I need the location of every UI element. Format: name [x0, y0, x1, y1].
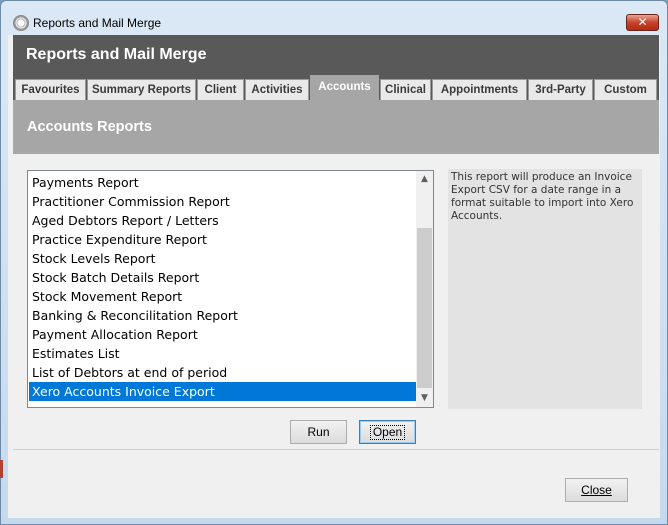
dialog-heading: Reports and Mail Merge: [26, 46, 207, 63]
list-item[interactable]: Stock Levels Report: [29, 249, 416, 268]
section-title: Accounts Reports: [27, 119, 152, 135]
close-button[interactable]: Close: [565, 478, 628, 502]
dialog-header: Reports and Mail Merge: [13, 35, 659, 75]
dialog-body: Reports and Mail Merge Favourites Summar…: [8, 35, 660, 518]
close-button-label: Close: [581, 483, 612, 497]
tab-clinical[interactable]: Clinical: [380, 79, 431, 100]
window-title: Reports and Mail Merge: [33, 16, 162, 30]
tab-activities[interactable]: Activities: [245, 79, 309, 100]
reports-panel: Payments Report Practitioner Commission …: [13, 154, 659, 450]
scroll-up-icon[interactable]: ▲: [416, 171, 433, 188]
list-item[interactable]: Banking & Reconcilitation Report: [29, 306, 416, 325]
tab-client[interactable]: Client: [197, 79, 244, 100]
reports-list[interactable]: Payments Report Practitioner Commission …: [27, 170, 434, 408]
open-button[interactable]: Open: [359, 420, 416, 444]
open-button-label: Open: [369, 425, 406, 440]
list-item[interactable]: Payment Allocation Report: [29, 325, 416, 344]
scroll-down-icon[interactable]: ▼: [416, 390, 433, 407]
tab-favourites[interactable]: Favourites: [15, 79, 86, 100]
app-icon: [13, 15, 29, 31]
run-button-label: Run: [307, 425, 330, 439]
window-edge: [0, 460, 3, 478]
tab-appointments[interactable]: Appointments: [432, 79, 527, 100]
list-item[interactable]: Practice Expenditure Report: [29, 230, 416, 249]
section-header: Accounts Reports: [13, 100, 659, 154]
report-description: This report will produce an Invoice Expo…: [448, 169, 642, 409]
list-item[interactable]: Estimates List: [29, 344, 416, 363]
list-item[interactable]: Practitioner Commission Report: [29, 192, 416, 211]
scroll-thumb[interactable]: [417, 228, 432, 388]
tab-custom[interactable]: Custom: [594, 79, 657, 100]
tab-accounts[interactable]: Accounts: [310, 75, 379, 100]
list-item[interactable]: Stock Batch Details Report: [29, 268, 416, 287]
tab-summary-reports[interactable]: Summary Reports: [87, 79, 196, 100]
window-close-button[interactable]: ✕: [626, 14, 659, 31]
reports-window: Reports and Mail Merge ✕ Reports and Mai…: [0, 0, 668, 525]
list-item-selected[interactable]: Xero Accounts Invoice Export: [29, 382, 416, 401]
list-scrollbar[interactable]: ▲ ▼: [416, 171, 433, 407]
list-item[interactable]: Aged Debtors Report / Letters: [29, 211, 416, 230]
title-bar: Reports and Mail Merge ✕: [1, 1, 667, 35]
list-item[interactable]: Stock Movement Report: [29, 287, 416, 306]
tab-strip: Favourites Summary Reports Client Activi…: [13, 75, 659, 100]
list-item[interactable]: Payments Report: [29, 173, 416, 192]
tab-3rd-party[interactable]: 3rd-Party: [528, 79, 593, 100]
run-button[interactable]: Run: [290, 420, 347, 444]
list-item[interactable]: List of Debtors at end of period: [29, 363, 416, 382]
